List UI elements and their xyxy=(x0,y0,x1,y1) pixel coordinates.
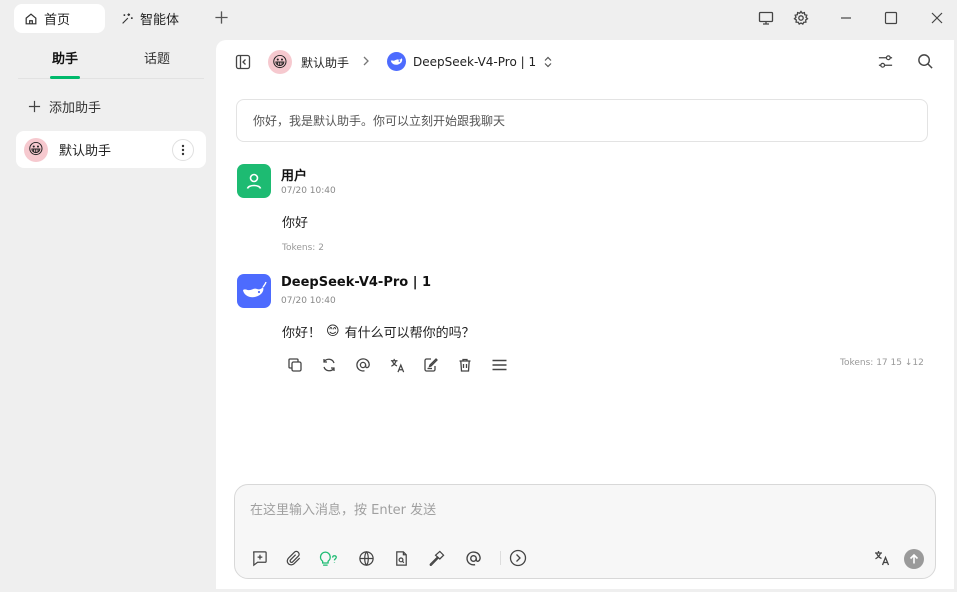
tab-agents[interactable]: 智能体 xyxy=(110,4,195,33)
translate-icon[interactable] xyxy=(386,354,408,376)
assistant-avatar xyxy=(237,274,271,308)
chat-panel: 😀 默认助手 DeepSeek-V4-Pro | 1 你好，我是默认助手。你可以… xyxy=(216,40,954,589)
translate-icon[interactable] xyxy=(871,547,893,569)
expand-icon[interactable] xyxy=(507,547,529,569)
user-avatar xyxy=(237,164,271,198)
menu-icon[interactable] xyxy=(488,354,510,376)
regenerate-icon[interactable] xyxy=(318,354,340,376)
assistant-name: 默认助手 xyxy=(59,144,112,159)
settings-sliders-icon[interactable] xyxy=(877,53,894,70)
sidebar-divider xyxy=(18,78,204,79)
header-assistant[interactable]: 😀 默认助手 xyxy=(268,50,349,74)
close-icon[interactable] xyxy=(924,6,950,30)
web-search-icon[interactable] xyxy=(355,547,377,569)
mcp-tools-icon[interactable] xyxy=(425,547,447,569)
deepseek-logo-icon xyxy=(387,52,406,71)
knowledge-icon[interactable] xyxy=(390,547,412,569)
assistant-timestamp: 07/20 10:40 xyxy=(281,296,336,306)
maximize-icon[interactable] xyxy=(878,6,904,30)
avatar: 😀 xyxy=(24,137,48,162)
minimize-icon[interactable] xyxy=(833,6,859,30)
copy-icon[interactable] xyxy=(284,354,306,376)
tab-agents-label: 智能体 xyxy=(140,13,180,28)
avatar: 😀 xyxy=(268,50,292,74)
monitor-icon[interactable] xyxy=(753,6,779,30)
smile-emoji: 😊 xyxy=(326,324,340,339)
delete-icon[interactable] xyxy=(454,354,476,376)
new-topic-icon[interactable] xyxy=(248,547,270,569)
tab-home-label: 首页 xyxy=(44,13,71,28)
send-icon xyxy=(908,553,920,565)
user-message-text: 你好 xyxy=(282,216,309,231)
sidebar-tab-topics[interactable]: 话题 xyxy=(144,48,170,67)
sidebar-item-default-assistant[interactable]: 😀 默认助手 xyxy=(16,131,206,168)
settings-icon[interactable] xyxy=(788,6,814,30)
plus-icon xyxy=(28,100,41,113)
edit-icon[interactable] xyxy=(420,354,442,376)
search-icon[interactable] xyxy=(917,53,934,70)
send-button[interactable] xyxy=(904,549,924,569)
header-assistant-name: 默认助手 xyxy=(301,55,350,70)
model-name: DeepSeek-V4-Pro | 1 xyxy=(413,54,537,69)
add-assistant-button[interactable]: 添加助手 xyxy=(28,97,101,116)
plus-icon[interactable] xyxy=(214,10,229,25)
more-options-icon[interactable] xyxy=(172,139,194,161)
thinking-icon[interactable] xyxy=(318,547,340,569)
deepseek-logo-icon xyxy=(241,280,267,302)
toolbar-separator xyxy=(500,551,501,565)
active-tab-indicator xyxy=(50,76,80,79)
welcome-message: 你好，我是默认助手。你可以立刻开始跟我聊天 xyxy=(236,99,928,142)
attachment-icon[interactable] xyxy=(283,547,305,569)
user-icon xyxy=(244,171,264,191)
sidebar-tab-assistants[interactable]: 助手 xyxy=(52,48,78,67)
add-assistant-label: 添加助手 xyxy=(49,101,102,116)
assistant-token-count: Tokens: 17 15 ↓12 xyxy=(840,358,924,368)
message-input[interactable]: 在这里输入消息，按 Enter 发送 xyxy=(250,499,436,518)
mention-icon[interactable] xyxy=(352,354,374,376)
welcome-text: 你好，我是默认助手。你可以立刻开始跟我聊天 xyxy=(253,114,506,128)
assistant-name: DeepSeek-V4-Pro | 1 xyxy=(281,275,432,290)
user-name: 用户 xyxy=(281,169,308,184)
user-token-count: Tokens: 2 xyxy=(282,243,324,253)
tab-home[interactable]: 首页 xyxy=(14,4,105,33)
mention-model-icon[interactable] xyxy=(462,547,484,569)
home-icon xyxy=(24,12,38,26)
chevron-updown-icon xyxy=(543,56,553,68)
model-selector[interactable]: DeepSeek-V4-Pro | 1 xyxy=(387,52,553,71)
toggle-sidebar-icon[interactable] xyxy=(235,54,251,70)
user-timestamp: 07/20 10:40 xyxy=(281,186,336,196)
chevron-right-icon xyxy=(361,56,371,66)
assistant-message-text: 你好！ 😊 有什么可以帮你的吗？ xyxy=(282,324,475,341)
sparkle-icon xyxy=(120,12,134,26)
message-input-box: 在这里输入消息，按 Enter 发送 xyxy=(234,484,936,579)
